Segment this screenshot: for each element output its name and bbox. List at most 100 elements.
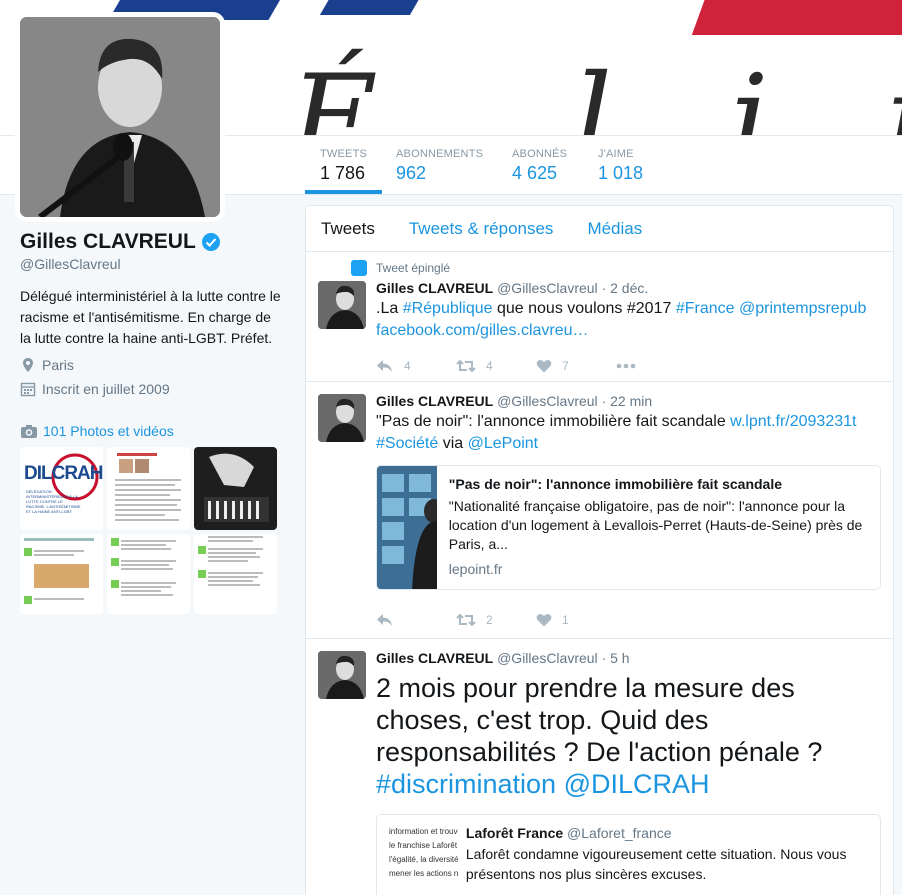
- tweet-lepoint[interactable]: Gilles CLAVREUL @GillesClavreul · 22 min…: [306, 382, 893, 639]
- profile-joined: Inscrit en juillet 2009: [20, 381, 285, 397]
- tab-tweets-replies[interactable]: Tweets & réponses: [409, 219, 554, 239]
- media-thumb-photo[interactable]: [194, 447, 277, 530]
- mention-link[interactable]: @LePoint: [468, 435, 539, 452]
- tweet-author-handle[interactable]: @GillesClavreul: [497, 650, 598, 666]
- profile-name[interactable]: Gilles CLAVREUL: [20, 230, 196, 254]
- stat-value: 1 018: [598, 163, 644, 183]
- tweet-author-name[interactable]: Gilles CLAVREUL: [376, 280, 493, 296]
- retweet-button[interactable]: 2: [456, 613, 536, 627]
- media-thumb-tweets-1[interactable]: [20, 534, 103, 614]
- stat-label: ABONNEMENTS: [396, 148, 484, 160]
- stat-followers[interactable]: ABONNÉS 4 625: [497, 136, 582, 194]
- stat-tweets[interactable]: TWEETS 1 786: [305, 136, 383, 194]
- tweet-text-part: 2 mois pour prendre la mesure des choses…: [376, 673, 823, 767]
- quote-image-line: l'égalité, la diversité et le r: [389, 855, 458, 864]
- photos-videos-link[interactable]: 101 Photos et vidéos: [20, 423, 285, 439]
- like-count: 7: [562, 359, 569, 373]
- profile-location: Paris: [20, 357, 285, 373]
- media-grid: DILCRAH DÉLÉGATION INTERMINISTÉRIELLE À …: [20, 447, 285, 614]
- tweet-header: Gilles CLAVREUL @GillesClavreul · 5 h: [376, 639, 883, 666]
- stat-value: 1 786: [320, 163, 366, 183]
- retweet-icon: [456, 359, 476, 373]
- tweet-author-handle[interactable]: @GillesClavreul: [497, 280, 598, 296]
- tweet-avatar[interactable]: [318, 651, 366, 699]
- stat-following[interactable]: ABONNEMENTS 962: [381, 136, 498, 194]
- hashtag-link[interactable]: #République: [403, 300, 493, 317]
- tweet-text-part: via: [438, 435, 468, 452]
- pin-icon: [351, 260, 367, 276]
- quote-author-handle[interactable]: @Laforet_france: [567, 825, 672, 841]
- quoted-tweet[interactable]: information et trouvons cela to le franc…: [376, 814, 881, 895]
- url-link[interactable]: facebook.com/gilles.clavreu…: [376, 322, 589, 339]
- timeline: Tweets Tweets & réponses Médias Tweet ép…: [305, 205, 894, 895]
- tweet-author-name[interactable]: Gilles CLAVREUL: [376, 650, 493, 666]
- verified-badge-icon: [201, 233, 220, 251]
- mention-link[interactable]: @DILCRAH: [564, 769, 710, 799]
- tweet-text: 2 mois pour prendre la mesure des choses…: [376, 672, 846, 800]
- retweet-count: 2: [486, 613, 493, 627]
- tweet-text-part: "Pas de noir": l'annonce immobilière fai…: [376, 413, 731, 430]
- tweet-text-part: que nous voulons #2017: [492, 300, 676, 317]
- card-description: "Nationalité française obligatoire, pas …: [448, 498, 863, 552]
- tweet-time[interactable]: · 5 h: [602, 650, 630, 666]
- tweet-avatar[interactable]: [318, 394, 366, 442]
- tweet-discrimination[interactable]: Gilles CLAVREUL @GillesClavreul · 5 h 2 …: [306, 639, 893, 895]
- reply-count: 4: [404, 359, 411, 373]
- tweet-text: "Pas de noir": l'annonce immobilière fai…: [376, 411, 883, 455]
- location-text: Paris: [42, 357, 74, 373]
- tweet-pinned[interactable]: Tweet épinglé Gilles CLAVREUL @GillesCla…: [306, 252, 893, 382]
- stat-label: TWEETS: [320, 148, 368, 160]
- hashtag-link[interactable]: #Société: [376, 435, 438, 452]
- media-thumb-dilcrah[interactable]: DILCRAH DÉLÉGATION INTERMINISTÉRIELLE À …: [20, 447, 103, 530]
- tab-media[interactable]: Médias: [587, 219, 642, 239]
- reply-button[interactable]: [376, 613, 456, 627]
- retweet-count: 4: [486, 359, 493, 373]
- more-dots-icon: [616, 363, 636, 369]
- quote-image: information et trouvons cela to le franc…: [377, 815, 458, 895]
- reply-icon: [377, 614, 392, 626]
- quote-text: Laforêt condamne vigoureusement cette si…: [465, 846, 847, 882]
- banner-stripe-blue-2: [319, 0, 431, 15]
- mention-link[interactable]: @printempsrepub: [739, 300, 866, 317]
- media-thumb-tweets-3[interactable]: [194, 534, 277, 614]
- tweet-header: Gilles CLAVREUL @GillesClavreul · 22 min: [376, 382, 883, 409]
- tweet-time[interactable]: · 22 min: [602, 393, 653, 409]
- stat-value: 4 625: [512, 163, 558, 183]
- tweet-actions: 2 1: [376, 600, 883, 640]
- reply-icon: [377, 360, 392, 372]
- photos-videos-label[interactable]: 101 Photos et vidéos: [43, 423, 174, 439]
- media-thumb-tweets-2[interactable]: [107, 534, 190, 614]
- stat-label: J'AIME: [598, 148, 634, 160]
- url-link[interactable]: w.lpnt.fr/2093231t: [730, 413, 856, 430]
- profile-sidebar: Gilles CLAVREUL @GillesClavreul Délégué …: [20, 230, 285, 614]
- like-button[interactable]: 7: [536, 359, 616, 373]
- retweet-icon: [456, 613, 476, 627]
- profile-avatar[interactable]: [15, 12, 225, 222]
- dilcrah-logo-text: DILCRAH: [24, 463, 103, 484]
- stat-label: ABONNÉS: [512, 148, 568, 160]
- banner-stripe-red: [691, 0, 902, 35]
- tweet-author-name[interactable]: Gilles CLAVREUL: [376, 393, 493, 409]
- heart-icon: [536, 614, 552, 627]
- quote-image-line: le franchise Laforêt condamn: [389, 841, 458, 850]
- tweet-author-handle[interactable]: @GillesClavreul: [497, 393, 598, 409]
- like-count: 1: [562, 613, 569, 627]
- tab-tweets[interactable]: Tweets: [321, 219, 375, 239]
- tweet-avatar[interactable]: [318, 281, 366, 329]
- stat-value: 962: [396, 163, 427, 183]
- tweet-text-part: .La: [376, 300, 403, 317]
- card-image: [377, 466, 437, 589]
- link-card[interactable]: "Pas de noir": l'annonce immobilière fai…: [376, 465, 881, 590]
- more-button[interactable]: [616, 363, 696, 369]
- card-title[interactable]: "Pas de noir": l'annonce immobilière fai…: [449, 476, 868, 492]
- dilcrah-logo-subtitle: DÉLÉGATION INTERMINISTÉRIELLE À LA LUTTE…: [26, 489, 81, 514]
- retweet-button[interactable]: 4: [456, 359, 536, 373]
- reply-button[interactable]: 4: [376, 359, 456, 373]
- media-thumb-document[interactable]: [107, 447, 190, 530]
- hashtag-link[interactable]: #discrimination: [376, 769, 556, 799]
- stat-likes[interactable]: J'AIME 1 018: [583, 136, 658, 194]
- quote-author-name[interactable]: Laforêt France: [466, 825, 563, 841]
- tweet-time[interactable]: · 2 déc.: [602, 280, 649, 296]
- hashtag-link[interactable]: #France: [676, 300, 735, 317]
- like-button[interactable]: 1: [536, 613, 616, 627]
